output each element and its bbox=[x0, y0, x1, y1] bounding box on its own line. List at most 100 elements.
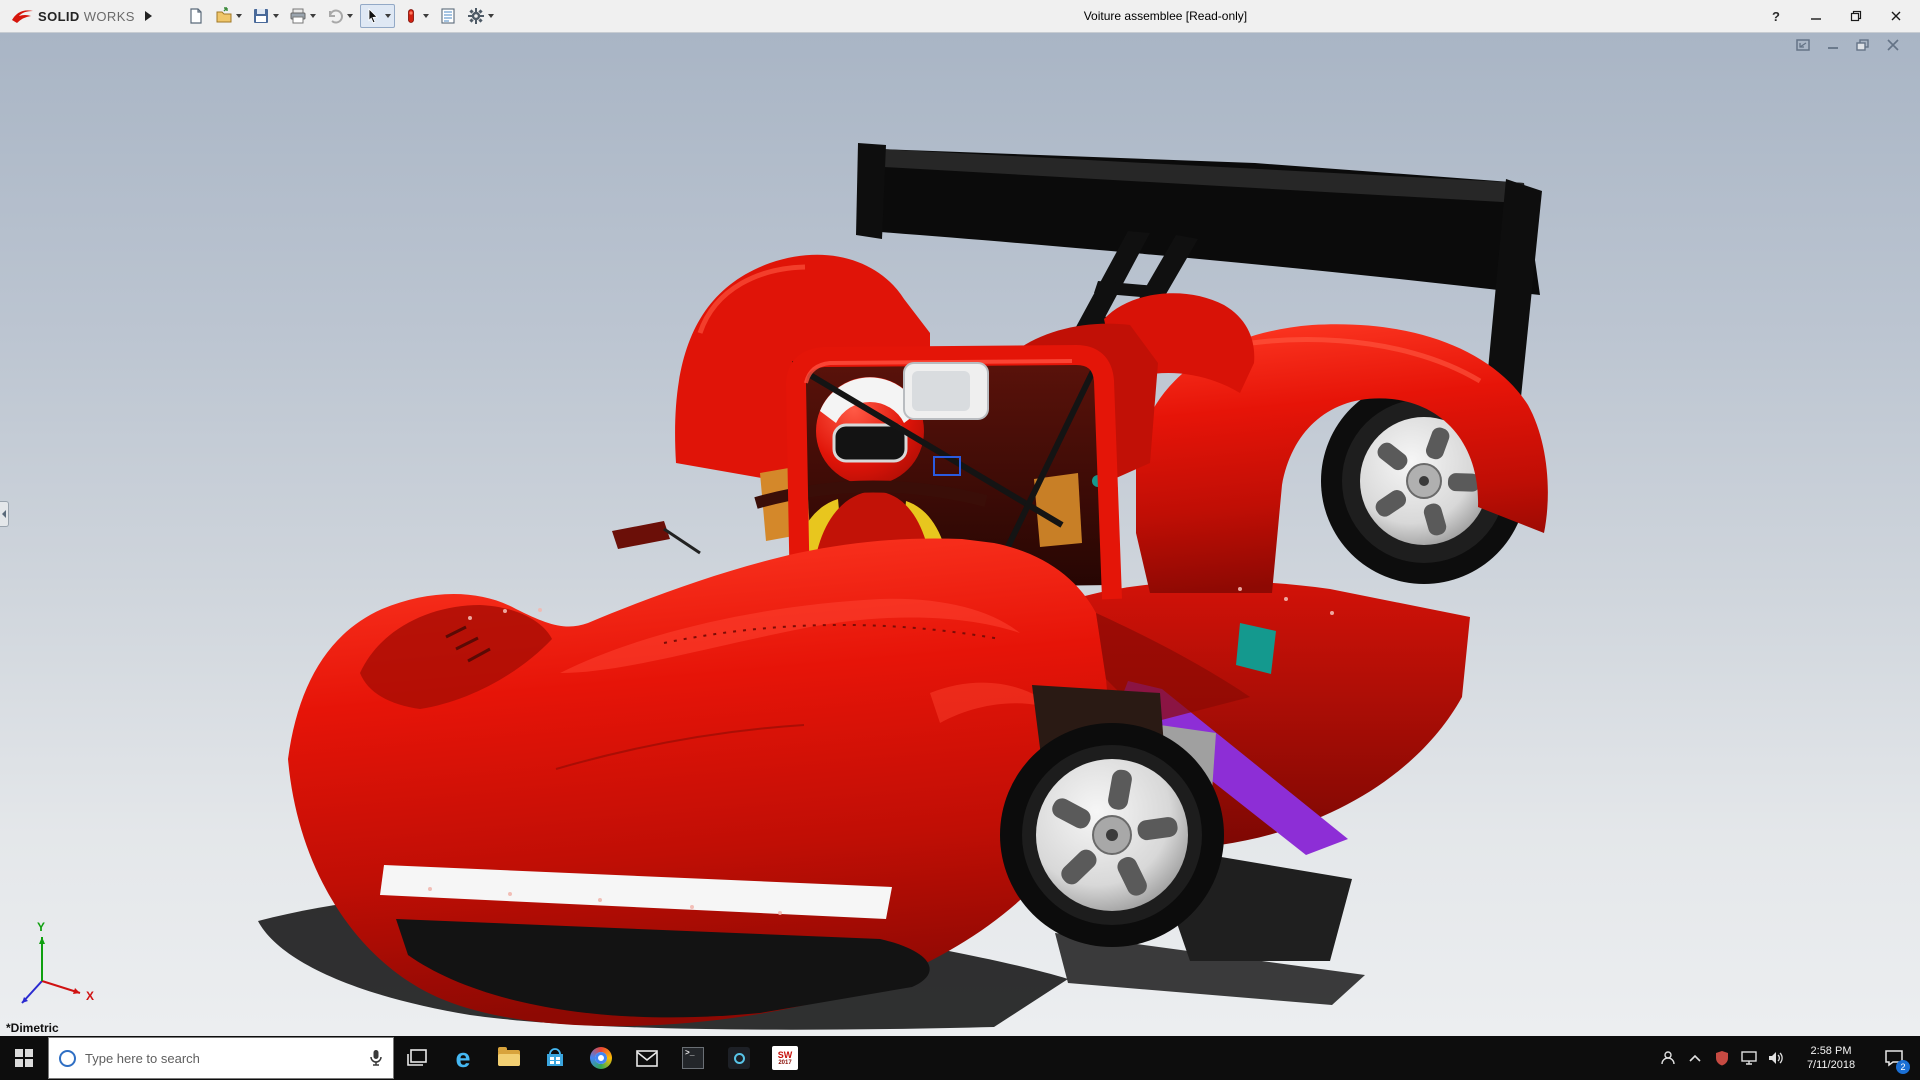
new-document-icon bbox=[187, 7, 205, 25]
doc-close-icon[interactable] bbox=[1882, 37, 1904, 53]
select-tool-button[interactable] bbox=[360, 4, 395, 28]
new-document-button[interactable] bbox=[184, 5, 208, 27]
feature-panel-handle[interactable] bbox=[0, 501, 9, 527]
mail-icon bbox=[636, 1050, 658, 1067]
file-properties-button[interactable] bbox=[436, 5, 460, 27]
windows-logo-icon bbox=[15, 1049, 33, 1067]
notification-badge: 2 bbox=[1896, 1060, 1910, 1074]
volume-icon bbox=[1768, 1051, 1784, 1065]
open-button[interactable] bbox=[212, 5, 245, 27]
solidworks-taskbar-button[interactable]: SW 2017 bbox=[762, 1036, 808, 1080]
window-controls: ? bbox=[1766, 6, 1920, 26]
undo-caret-icon[interactable] bbox=[347, 14, 353, 18]
action-center-button[interactable]: 2 bbox=[1873, 1036, 1915, 1080]
brand-works: WORKS bbox=[84, 9, 135, 24]
system-tray: 2:58 PM 7/11/2018 2 bbox=[1654, 1036, 1920, 1080]
open-icon bbox=[215, 7, 233, 25]
helmet-visor bbox=[834, 425, 906, 461]
close-button[interactable] bbox=[1886, 6, 1906, 26]
search-input[interactable] bbox=[85, 1051, 360, 1066]
undo-button[interactable] bbox=[323, 5, 356, 27]
microphone-icon[interactable] bbox=[369, 1049, 383, 1067]
display-button[interactable] bbox=[1735, 1036, 1762, 1080]
rearview-mirror[interactable] bbox=[904, 363, 988, 419]
view-orientation-label: *Dimetric bbox=[6, 1021, 59, 1035]
people-button[interactable] bbox=[1654, 1036, 1681, 1080]
brand-solid: SOLID bbox=[38, 9, 80, 24]
car-model-scene[interactable]: X Y bbox=[0, 33, 1920, 1036]
doc-dock-icon[interactable] bbox=[1792, 37, 1814, 53]
restore-icon bbox=[1850, 10, 1862, 22]
chevron-up-icon bbox=[1689, 1054, 1701, 1062]
help-button[interactable]: ? bbox=[1766, 6, 1786, 26]
file-explorer-icon bbox=[498, 1050, 520, 1066]
select-cursor-icon bbox=[364, 7, 382, 25]
save-button[interactable] bbox=[249, 5, 282, 27]
quick-access-toolbar bbox=[184, 4, 497, 28]
dark-app-button[interactable] bbox=[716, 1036, 762, 1080]
store-icon bbox=[544, 1047, 566, 1069]
solidworks-logo: SOLID WORKS bbox=[0, 7, 135, 25]
doc-restore-icon[interactable] bbox=[1852, 37, 1874, 53]
options-button[interactable] bbox=[464, 5, 497, 27]
edge-icon: e bbox=[455, 1045, 470, 1072]
restore-button[interactable] bbox=[1846, 6, 1866, 26]
clock-date: 7/11/2018 bbox=[1789, 1058, 1873, 1072]
minimize-icon bbox=[1810, 10, 1822, 22]
rebuild-icon bbox=[402, 7, 420, 25]
document-window-controls bbox=[1792, 37, 1904, 53]
graphics-area[interactable]: X Y *Dimetric bbox=[0, 33, 1920, 1036]
orientation-triad: X Y bbox=[22, 920, 94, 1003]
solidworks-logo-icon bbox=[10, 7, 34, 25]
chrome-icon bbox=[590, 1047, 612, 1069]
tray-expand-button[interactable] bbox=[1681, 1036, 1708, 1080]
print-caret-icon[interactable] bbox=[310, 14, 316, 18]
file-properties-icon bbox=[439, 7, 457, 25]
minimize-button[interactable] bbox=[1806, 6, 1826, 26]
doc-minimize-icon[interactable] bbox=[1822, 37, 1844, 53]
command-prompt-icon: >_ bbox=[682, 1047, 704, 1069]
taskbar-clock[interactable]: 2:58 PM 7/11/2018 bbox=[1789, 1044, 1873, 1072]
task-view-icon bbox=[406, 1048, 428, 1068]
screen: SOLID WORKS bbox=[0, 0, 1920, 1080]
titlebar: SOLID WORKS bbox=[0, 0, 1920, 33]
menu-expander-icon[interactable] bbox=[145, 11, 152, 21]
security-button[interactable] bbox=[1708, 1036, 1735, 1080]
select-caret-icon[interactable] bbox=[385, 14, 391, 18]
side-mirror-left bbox=[612, 521, 670, 549]
solidworks-2017-icon: SW 2017 bbox=[772, 1046, 798, 1070]
rebuild-caret-icon[interactable] bbox=[423, 14, 429, 18]
cortana-icon bbox=[59, 1050, 76, 1067]
front-wheel[interactable] bbox=[1000, 723, 1224, 947]
gear-icon bbox=[467, 7, 485, 25]
display-icon bbox=[1741, 1051, 1757, 1065]
taskbar: e >_ bbox=[0, 1036, 1920, 1080]
triad-y-label: Y bbox=[37, 920, 45, 934]
save-icon bbox=[252, 7, 270, 25]
rebuild-button[interactable] bbox=[399, 5, 432, 27]
undo-icon bbox=[326, 7, 344, 25]
mail-button[interactable] bbox=[624, 1036, 670, 1080]
save-caret-icon[interactable] bbox=[273, 14, 279, 18]
close-icon bbox=[1890, 10, 1902, 22]
print-button[interactable] bbox=[286, 5, 319, 27]
triad-x-label: X bbox=[86, 989, 94, 1003]
people-icon bbox=[1660, 1050, 1676, 1066]
dark-app-icon bbox=[728, 1047, 750, 1069]
options-caret-icon[interactable] bbox=[488, 14, 494, 18]
clock-time: 2:58 PM bbox=[1789, 1044, 1873, 1058]
file-explorer-button[interactable] bbox=[486, 1036, 532, 1080]
store-button[interactable] bbox=[532, 1036, 578, 1080]
taskbar-search[interactable] bbox=[48, 1037, 394, 1079]
chrome-button[interactable] bbox=[578, 1036, 624, 1080]
open-caret-icon[interactable] bbox=[236, 14, 242, 18]
print-icon bbox=[289, 7, 307, 25]
command-prompt-button[interactable]: >_ bbox=[670, 1036, 716, 1080]
edge-button[interactable]: e bbox=[440, 1036, 486, 1080]
window-title: Voiture assemblee [Read-only] bbox=[1084, 9, 1247, 23]
task-view-button[interactable] bbox=[394, 1036, 440, 1080]
teal-duct bbox=[1236, 623, 1276, 674]
volume-button[interactable] bbox=[1762, 1036, 1789, 1080]
security-shield-icon bbox=[1715, 1050, 1729, 1066]
start-button[interactable] bbox=[0, 1036, 48, 1080]
